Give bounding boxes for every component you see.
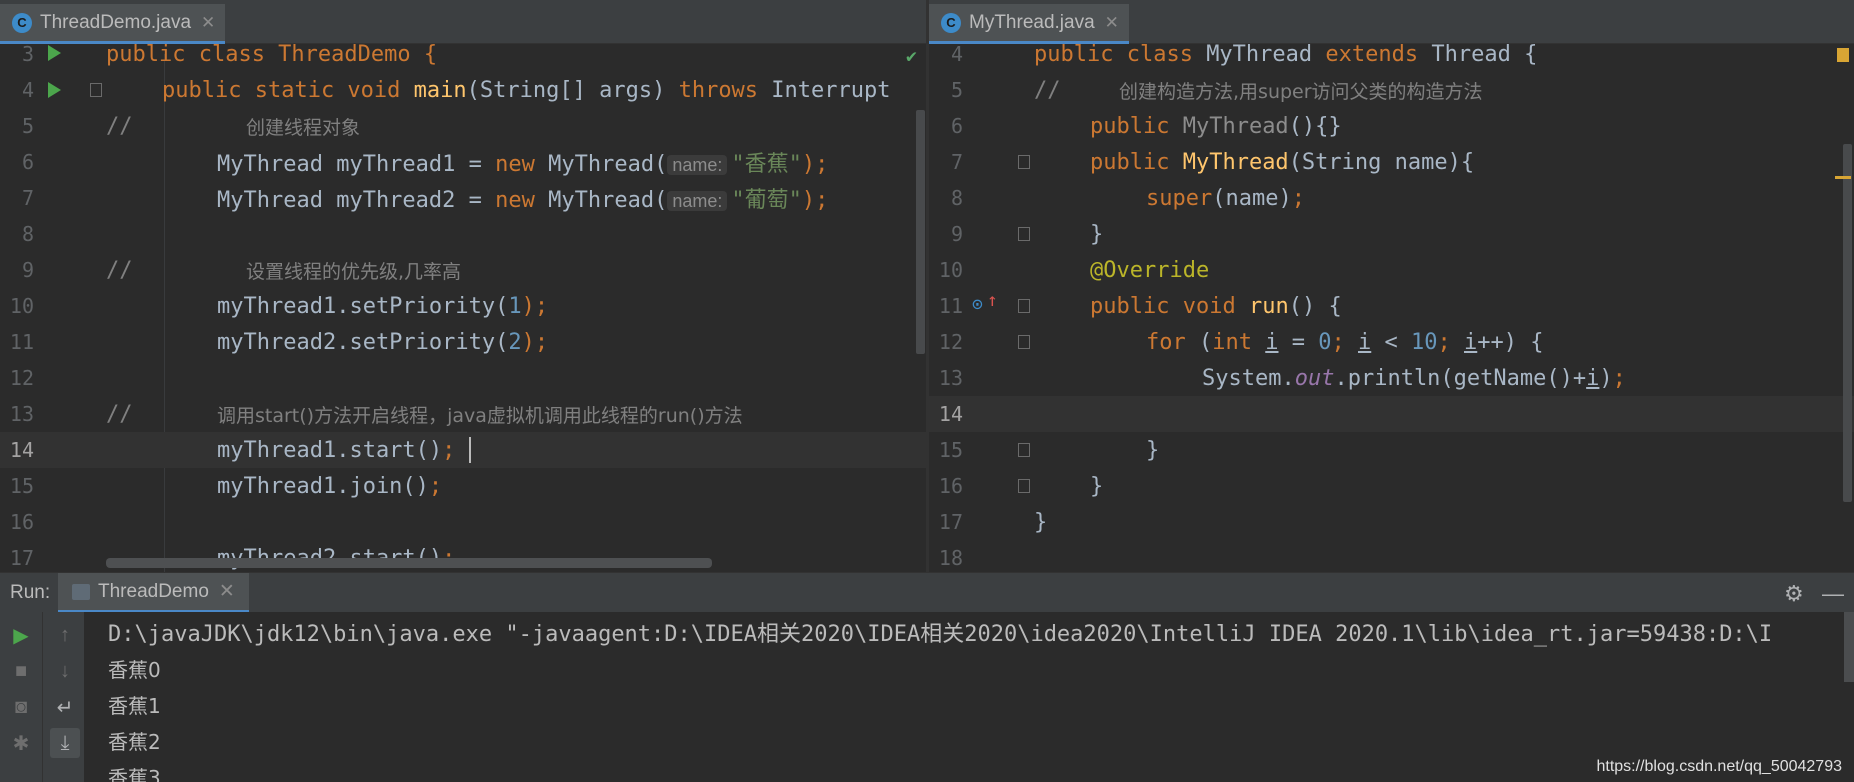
fold-icon[interactable] (1018, 335, 1030, 349)
fold-icon[interactable] (1018, 227, 1030, 241)
run-gutter-icon[interactable] (48, 82, 61, 98)
gear-icon[interactable]: ⚙ (1784, 581, 1804, 607)
param-hint: name: (667, 191, 728, 211)
code-line: 4 public static void main(String[] args)… (21, 77, 891, 103)
tab-label: MyThread.java (969, 11, 1095, 33)
code-line: 6 MyThread myThread1 = new MyThread(name… (21, 150, 829, 177)
tab-label: ThreadDemo.java (40, 11, 192, 33)
code-line: 10 @Override (938, 257, 1210, 283)
java-class-icon: C (12, 12, 32, 33)
code-line: 7 MyThread myThread2 = new MyThread(name… (21, 186, 829, 213)
check-icon: ✔ (906, 46, 917, 67)
code-line: 3 public class ThreadDemo { (21, 44, 438, 67)
editor-threaddemo[interactable]: 3 public class ThreadDemo { ✔ 4 public s… (0, 44, 926, 572)
run-tab-threaddemo[interactable]: ThreadDemo ✕ (58, 573, 249, 613)
code-line: 13 System.out.println(getName()+i); (938, 365, 1626, 391)
code-line: 9 // 设置线程的优先级,几率高 (21, 257, 462, 283)
run-gutter-icon[interactable] (48, 45, 61, 61)
arrow-up-icon: ↑ (987, 290, 998, 311)
code-line: 15 } (938, 437, 1160, 463)
run-label: Run: (10, 581, 51, 603)
java-class-icon: C (941, 12, 961, 33)
tab-threaddemo[interactable]: C ThreadDemo.java ✕ (0, 4, 226, 44)
console-line: 香蕉0 (108, 657, 161, 682)
fold-icon[interactable] (1018, 299, 1030, 313)
code-line: 7 public MyThread(String name){ (950, 149, 1475, 175)
right-tab-bar: C MyThread.java ✕ (929, 0, 1854, 44)
fold-icon[interactable] (1018, 443, 1030, 457)
vertical-scrollbar[interactable] (916, 110, 925, 354)
code-line: 18 (938, 546, 963, 570)
code-line: 12 for (int i = 0; i < 10; i++) { (938, 329, 1544, 355)
editor-mythread[interactable]: 4 public class MyThread extends Thread {… (929, 44, 1854, 572)
arrow-down-icon[interactable]: ↓ (50, 656, 80, 686)
close-tab-icon[interactable]: ✕ (219, 580, 235, 603)
code-line: 5 // 创建构造方法,用super访问父类的构造方法 (950, 77, 1483, 103)
scroll-to-end-icon[interactable]: ⤓ (50, 728, 80, 758)
code-line: 11 public void run() { (938, 293, 1342, 319)
code-line: 8 (21, 222, 34, 246)
vertical-scrollbar[interactable] (1843, 144, 1852, 502)
text-cursor (469, 437, 471, 463)
tab-mythread[interactable]: C MyThread.java ✕ (929, 4, 1129, 44)
watermark: https://blog.csdn.net/qq_50042793 (1596, 758, 1842, 775)
fold-icon[interactable] (90, 83, 102, 97)
code-line: 10 myThread1.setPriority(1); (9, 293, 549, 319)
console-scrollbar[interactable] (1844, 612, 1854, 682)
run-toolbar: ▶ ■ ◙ ✱ ↑ ↓ ↵ ⤓ (0, 612, 84, 782)
run-panel-header: Run: ThreadDemo ✕ ⚙ — (0, 572, 1854, 613)
console-output[interactable]: D:\javaJDK\jdk12\bin\java.exe "-javaagen… (84, 612, 1854, 782)
close-tab-icon[interactable]: ✕ (1105, 13, 1119, 33)
code-line: 15 myThread1.join(); (9, 473, 443, 499)
camera-icon[interactable]: ◙ (6, 692, 36, 722)
code-line: 13 // 调用start()方法开启线程，java虚拟机调用此线程的run()… (9, 401, 743, 427)
code-line-current: 14 myThread1.start(); (0, 432, 926, 468)
fold-icon[interactable] (1018, 479, 1030, 493)
code-line: 8 super(name); (950, 185, 1305, 211)
rerun-icon[interactable]: ▶ (6, 620, 36, 650)
horizontal-scrollbar[interactable] (106, 558, 712, 568)
warning-marker-icon[interactable] (1837, 48, 1849, 62)
fold-icon[interactable] (1018, 155, 1030, 169)
code-line: 12 (9, 366, 34, 390)
code-line: 6 public MyThread(){} (950, 113, 1342, 139)
console-line: D:\javaJDK\jdk12\bin\java.exe "-javaagen… (108, 622, 1773, 647)
run-config-icon (72, 583, 90, 600)
param-hint: name: (667, 155, 728, 175)
code-line: 17 } (938, 509, 1048, 535)
soft-wrap-icon[interactable]: ↵ (50, 692, 80, 722)
code-line: 11 myThread2.setPriority(2); (9, 329, 549, 355)
close-tab-icon[interactable]: ✕ (201, 13, 215, 33)
stop-icon[interactable]: ■ (6, 656, 36, 686)
override-icon[interactable]: ⊙ (972, 294, 983, 315)
console-line: 香蕉1 (108, 693, 161, 718)
run-tab-label: ThreadDemo (98, 580, 209, 602)
settings-icon[interactable]: ✱ (6, 728, 36, 758)
minimize-icon[interactable]: — (1822, 581, 1844, 607)
left-tab-bar: C ThreadDemo.java ✕ (0, 0, 926, 44)
console-line: 香蕉2 (108, 729, 161, 754)
code-line: 9 } (950, 221, 1104, 247)
code-line: 16 } (938, 473, 1104, 499)
console-line: 香蕉3 (108, 765, 161, 782)
arrow-up-icon[interactable]: ↑ (50, 620, 80, 650)
code-line: 5 // 创建线程对象 (21, 113, 361, 139)
error-stripe-marker[interactable] (1835, 176, 1851, 179)
code-line-current: 14 (929, 396, 1854, 432)
code-line: 16 (9, 510, 34, 534)
code-line: 4 public class MyThread extends Thread { (950, 44, 1538, 67)
